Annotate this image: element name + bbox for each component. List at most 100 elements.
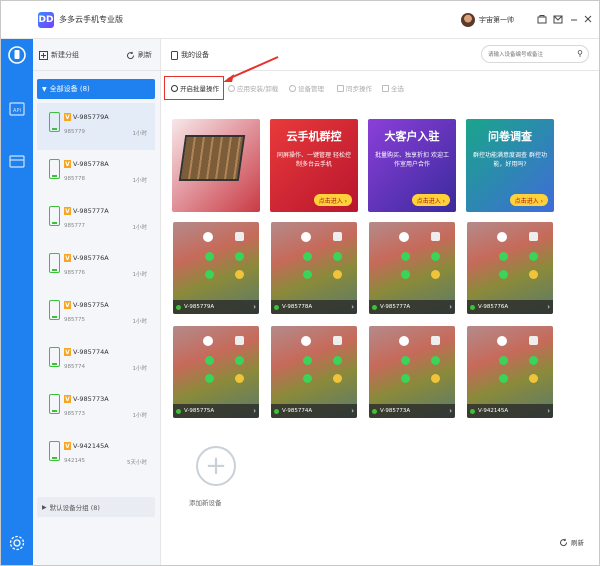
phone-icon: [49, 300, 60, 320]
device-card-footer: V-985777A ›: [369, 300, 455, 314]
device-time: 1小时: [132, 413, 148, 419]
banner-cta-button[interactable]: 点击进入 ›: [313, 194, 352, 206]
device-id: 985777: [64, 223, 85, 229]
list-item[interactable]: V V-985779A 985779 1小时: [37, 103, 155, 150]
group-all-devices[interactable]: ▼ 全部设备 (8): [37, 79, 155, 99]
svg-text:API: API: [13, 108, 21, 114]
banner-promo-1[interactable]: [172, 119, 260, 212]
vip-badge: V: [64, 348, 71, 356]
title-bar: DD 多多云手机专业版 宇宙第一帅: [1, 1, 599, 39]
store-icon[interactable]: [535, 12, 549, 26]
device-list: V V-985779A 985779 1小时 V V-985778A 98577…: [37, 103, 155, 479]
banner-promo-4[interactable]: 问卷调查 群控功能满意度调查 群控功能，好用吗? 点击进入 ›: [466, 119, 554, 212]
device-card-name: V-985779A: [184, 304, 215, 310]
app-window: DD 多多云手机专业版 宇宙第一帅 API 新建分组 刷新 ▼ 全部设备 (8)…: [0, 0, 600, 566]
device-card-footer: V-985776A ›: [467, 300, 553, 314]
sidebar-header: 新建分组 刷新: [33, 39, 161, 71]
settings-gear-icon[interactable]: [5, 531, 29, 555]
online-status-icon: [274, 408, 279, 414]
chevron-right-icon[interactable]: ›: [449, 303, 452, 311]
device-card-footer: V-985779A ›: [173, 300, 259, 314]
add-device-label[interactable]: 添加新设备: [189, 497, 222, 507]
device-card-footer: V-985775A ›: [173, 404, 259, 418]
online-status-icon: [176, 408, 181, 414]
device-id: 985775: [64, 317, 85, 323]
device-card[interactable]: V-985774A ›: [271, 326, 357, 418]
device-card-name: V-985777A: [380, 304, 411, 310]
main-refresh-button[interactable]: 刷新: [559, 537, 584, 547]
search-input[interactable]: [488, 49, 572, 60]
rail-card-icon[interactable]: [5, 149, 29, 173]
device-card-name: V-985778A: [282, 304, 313, 310]
device-manage-label: 设备管理: [298, 85, 324, 93]
device-card-footer: V-942145A ›: [467, 404, 553, 418]
banner-text: 群控功能满意度调查 群控功能，好用吗?: [473, 152, 547, 168]
list-item[interactable]: V V-985776A 985776 1小时: [37, 244, 155, 291]
phone-icon: [171, 50, 178, 60]
list-item[interactable]: V V-942145A 942145 5天小时: [37, 432, 155, 479]
banner-promo-3[interactable]: 大客户入驻 批量购买、独享折扣 欢迎工作室用户合作 点击进入 ›: [368, 119, 456, 212]
new-group-button[interactable]: 新建分组: [39, 50, 79, 60]
rail-devices-icon[interactable]: [5, 43, 29, 67]
batch-operation-button[interactable]: 开启批量操作: [171, 83, 219, 93]
device-manage-button[interactable]: 设备管理: [289, 83, 324, 93]
device-card-name: V-985776A: [478, 304, 509, 310]
device-card[interactable]: V-942145A ›: [467, 326, 553, 418]
device-name: V-985778A: [73, 160, 109, 168]
search-box[interactable]: ⚲: [481, 45, 589, 63]
device-card[interactable]: V-985778A ›: [271, 222, 357, 314]
chevron-right-icon[interactable]: ›: [547, 303, 550, 311]
close-icon[interactable]: [581, 12, 595, 26]
vip-badge: V: [64, 207, 71, 215]
chevron-right-icon[interactable]: ›: [351, 303, 354, 311]
banner-text: 批量购买、独享折扣 欢迎工作室用户合作: [375, 152, 449, 168]
avatar[interactable]: [461, 13, 475, 27]
group-default-devices[interactable]: ▶ 默认设备分组 (8): [37, 497, 155, 517]
list-item[interactable]: V V-985773A 985773 1小时: [37, 385, 155, 432]
device-name: V-985777A: [73, 207, 109, 215]
user-name[interactable]: 宇宙第一帅: [479, 15, 514, 25]
banner-promo-2[interactable]: 云手机群控 同屏操作、一键管理 轻松控制多台云手机 点击进入 ›: [270, 119, 358, 212]
new-group-icon: [39, 50, 48, 60]
online-status-icon: [470, 304, 475, 310]
device-id: 985779: [64, 129, 85, 135]
device-card-name: V-942145A: [478, 408, 509, 414]
device-card[interactable]: V-985775A ›: [173, 326, 259, 418]
device-name: V-985773A: [73, 395, 109, 403]
main-refresh-label: 刷新: [571, 539, 584, 547]
list-item[interactable]: V V-985777A 985777 1小时: [37, 197, 155, 244]
device-card[interactable]: V-985779A ›: [173, 222, 259, 314]
chevron-right-icon[interactable]: ›: [253, 303, 256, 311]
chevron-right-icon[interactable]: ›: [449, 407, 452, 415]
sidebar-refresh-button[interactable]: 刷新: [126, 50, 152, 60]
mail-icon[interactable]: [551, 12, 565, 26]
device-card[interactable]: V-985773A ›: [369, 326, 455, 418]
online-status-icon: [372, 304, 377, 310]
chevron-right-icon[interactable]: ›: [351, 407, 354, 415]
list-item[interactable]: V V-985775A 985775 1小时: [37, 291, 155, 338]
add-device-button[interactable]: +: [196, 446, 236, 486]
device-id: 942145: [64, 458, 85, 464]
device-card-footer: V-985778A ›: [271, 300, 357, 314]
chevron-right-icon[interactable]: ›: [547, 407, 550, 415]
refresh-icon: [560, 538, 568, 546]
banner-cta-button[interactable]: 点击进入 ›: [411, 194, 450, 206]
search-icon[interactable]: ⚲: [577, 49, 583, 58]
minimize-icon[interactable]: [567, 12, 581, 26]
banner-cta-button[interactable]: 点击进入 ›: [509, 194, 548, 206]
sync-operation-label: 同步操作: [346, 85, 372, 93]
list-item[interactable]: V V-985774A 985774 1小时: [37, 338, 155, 385]
group-all-label: 全部设备 (8): [49, 85, 90, 93]
device-card[interactable]: V-985776A ›: [467, 222, 553, 314]
sync-operation-button[interactable]: 同步操作: [337, 83, 372, 93]
list-item[interactable]: V V-985778A 985778 1小时: [37, 150, 155, 197]
rail-api-icon[interactable]: API: [5, 97, 29, 121]
banner-text: 同屏操作、一键管理 轻松控制多台云手机: [277, 152, 351, 168]
select-all-checkbox[interactable]: 全选: [382, 83, 404, 93]
refresh-icon: [127, 51, 135, 59]
chevron-right-icon[interactable]: ›: [253, 407, 256, 415]
device-card[interactable]: V-985777A ›: [369, 222, 455, 314]
device-card-name: V-985774A: [282, 408, 313, 414]
device-id: 985778: [64, 176, 85, 182]
select-all-label: 全选: [391, 85, 404, 93]
